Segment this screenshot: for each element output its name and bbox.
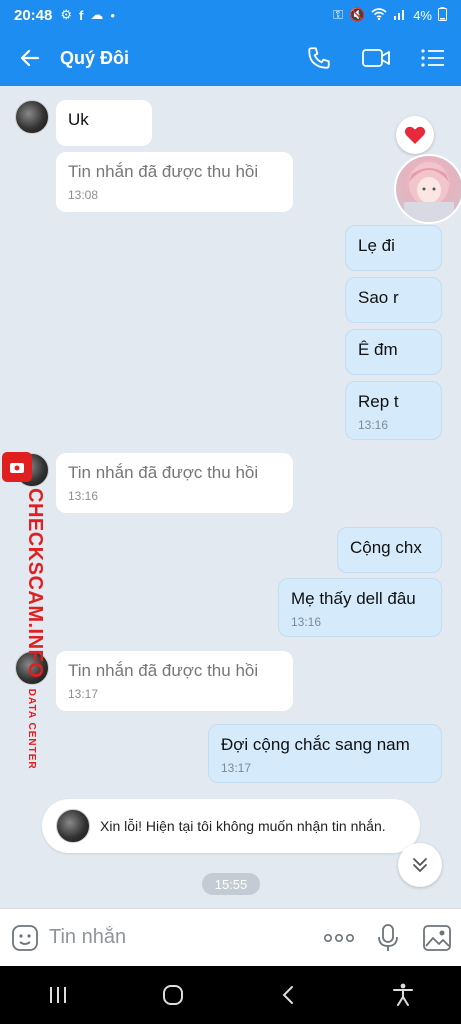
message-time: 13:16 xyxy=(68,489,99,503)
message-time: 13:17 xyxy=(68,687,99,701)
double-chevron-down-icon xyxy=(413,858,427,872)
message-input-bar xyxy=(0,908,461,966)
accessibility-icon xyxy=(393,983,414,1006)
message-time: 13:16 xyxy=(291,615,322,629)
battery-percent: 4% xyxy=(413,7,432,23)
more-options-button[interactable] xyxy=(314,909,363,967)
message-time: 13:16 xyxy=(358,418,389,432)
outgoing-message[interactable]: Lẹ đi xyxy=(345,225,442,271)
voice-call-button[interactable] xyxy=(290,30,347,86)
image-icon xyxy=(422,924,451,951)
incoming-recalled-message[interactable]: Tin nhắn đã được thu hồi 13:08 xyxy=(56,152,293,212)
message-time: 13:08 xyxy=(68,188,99,202)
incoming-message[interactable]: Uk xyxy=(56,100,152,146)
heart-icon xyxy=(404,126,426,144)
auto-reply-text: Xin lỗi! Hiện tại tôi không muốn nhận ti… xyxy=(100,818,386,834)
wifi-icon xyxy=(371,7,387,23)
chat-header: Quý Đôi xyxy=(0,30,461,86)
outgoing-message[interactable]: Rep t 13:16 xyxy=(345,381,442,440)
mute-icon: 🔇 xyxy=(349,7,366,22)
sticker-button[interactable] xyxy=(0,909,49,967)
message-input[interactable] xyxy=(49,917,314,958)
status-time: 20:48 xyxy=(14,6,53,24)
outgoing-message[interactable]: Đợi cộng chắc sang nam 13:17 xyxy=(208,724,442,783)
phone-icon xyxy=(307,47,330,69)
scroll-to-bottom-button[interactable] xyxy=(398,843,442,887)
anime-avatar-icon xyxy=(404,162,454,222)
recent-apps-icon xyxy=(49,987,66,1003)
contact-avatar xyxy=(56,809,90,843)
incoming-recalled-message[interactable]: Tin nhắn đã được thu hồi 13:16 xyxy=(56,453,293,513)
contact-name[interactable]: Quý Đôi xyxy=(60,48,290,69)
settings-status-icon: ⚙ xyxy=(60,7,73,22)
message-time: 13:17 xyxy=(221,761,252,775)
menu-button[interactable] xyxy=(404,30,461,86)
chevron-left-icon xyxy=(282,986,294,1004)
time-divider: 15:55 xyxy=(202,873,260,895)
accessibility-button[interactable] xyxy=(373,966,433,1024)
system-navigation-bar xyxy=(0,966,461,1024)
battery-icon xyxy=(438,6,447,24)
heart-reaction-button[interactable] xyxy=(396,116,434,154)
voice-message-button[interactable] xyxy=(363,909,412,967)
contact-avatar[interactable] xyxy=(15,100,49,134)
video-camera-icon xyxy=(361,49,390,67)
incoming-recalled-message[interactable]: Tin nhắn đã được thu hồi 13:17 xyxy=(56,651,293,711)
microphone-icon xyxy=(377,923,398,951)
outgoing-message[interactable]: Sao r xyxy=(345,277,442,323)
chat-area[interactable]: Uk Tin nhắn đã được thu hồi 13:08 Lẹ đi … xyxy=(0,86,461,908)
vpn-key-icon: ⚿ xyxy=(333,7,344,22)
arrow-left-icon xyxy=(20,49,40,67)
watermark: CHECKSCAM.INFO DATA CENTER xyxy=(0,452,46,770)
home-icon xyxy=(162,985,183,1005)
status-bar: 20:48 ⚙ f ☁ • ⚿ 🔇 4% xyxy=(0,0,461,30)
more-dots-icon xyxy=(323,933,354,942)
back-button[interactable] xyxy=(0,30,60,86)
signal-icon xyxy=(393,8,407,23)
home-button[interactable] xyxy=(143,966,203,1024)
outgoing-message[interactable]: Cộng chx xyxy=(337,527,442,573)
facebook-icon: f xyxy=(79,7,84,23)
watermark-sub-text: DATA CENTER xyxy=(26,688,37,770)
image-picker-button[interactable] xyxy=(412,909,461,967)
auto-reply-notice: Xin lỗi! Hiện tại tôi không muốn nhận ti… xyxy=(42,799,420,853)
emoji-sticker-icon xyxy=(11,924,38,951)
outgoing-message[interactable]: Ê đm xyxy=(345,329,442,375)
video-call-button[interactable] xyxy=(347,30,404,86)
dot-icon: • xyxy=(110,7,115,23)
outgoing-message[interactable]: Mẹ thấy dell đâu 13:16 xyxy=(278,578,442,637)
back-system-button[interactable] xyxy=(258,966,318,1024)
cloud-icon: ☁ xyxy=(90,7,104,22)
watermark-logo-icon xyxy=(2,452,32,482)
list-menu-icon xyxy=(420,49,444,67)
seen-avatar xyxy=(394,154,461,224)
recent-apps-button[interactable] xyxy=(28,966,88,1024)
watermark-main-text: CHECKSCAM.INFO xyxy=(24,488,46,679)
